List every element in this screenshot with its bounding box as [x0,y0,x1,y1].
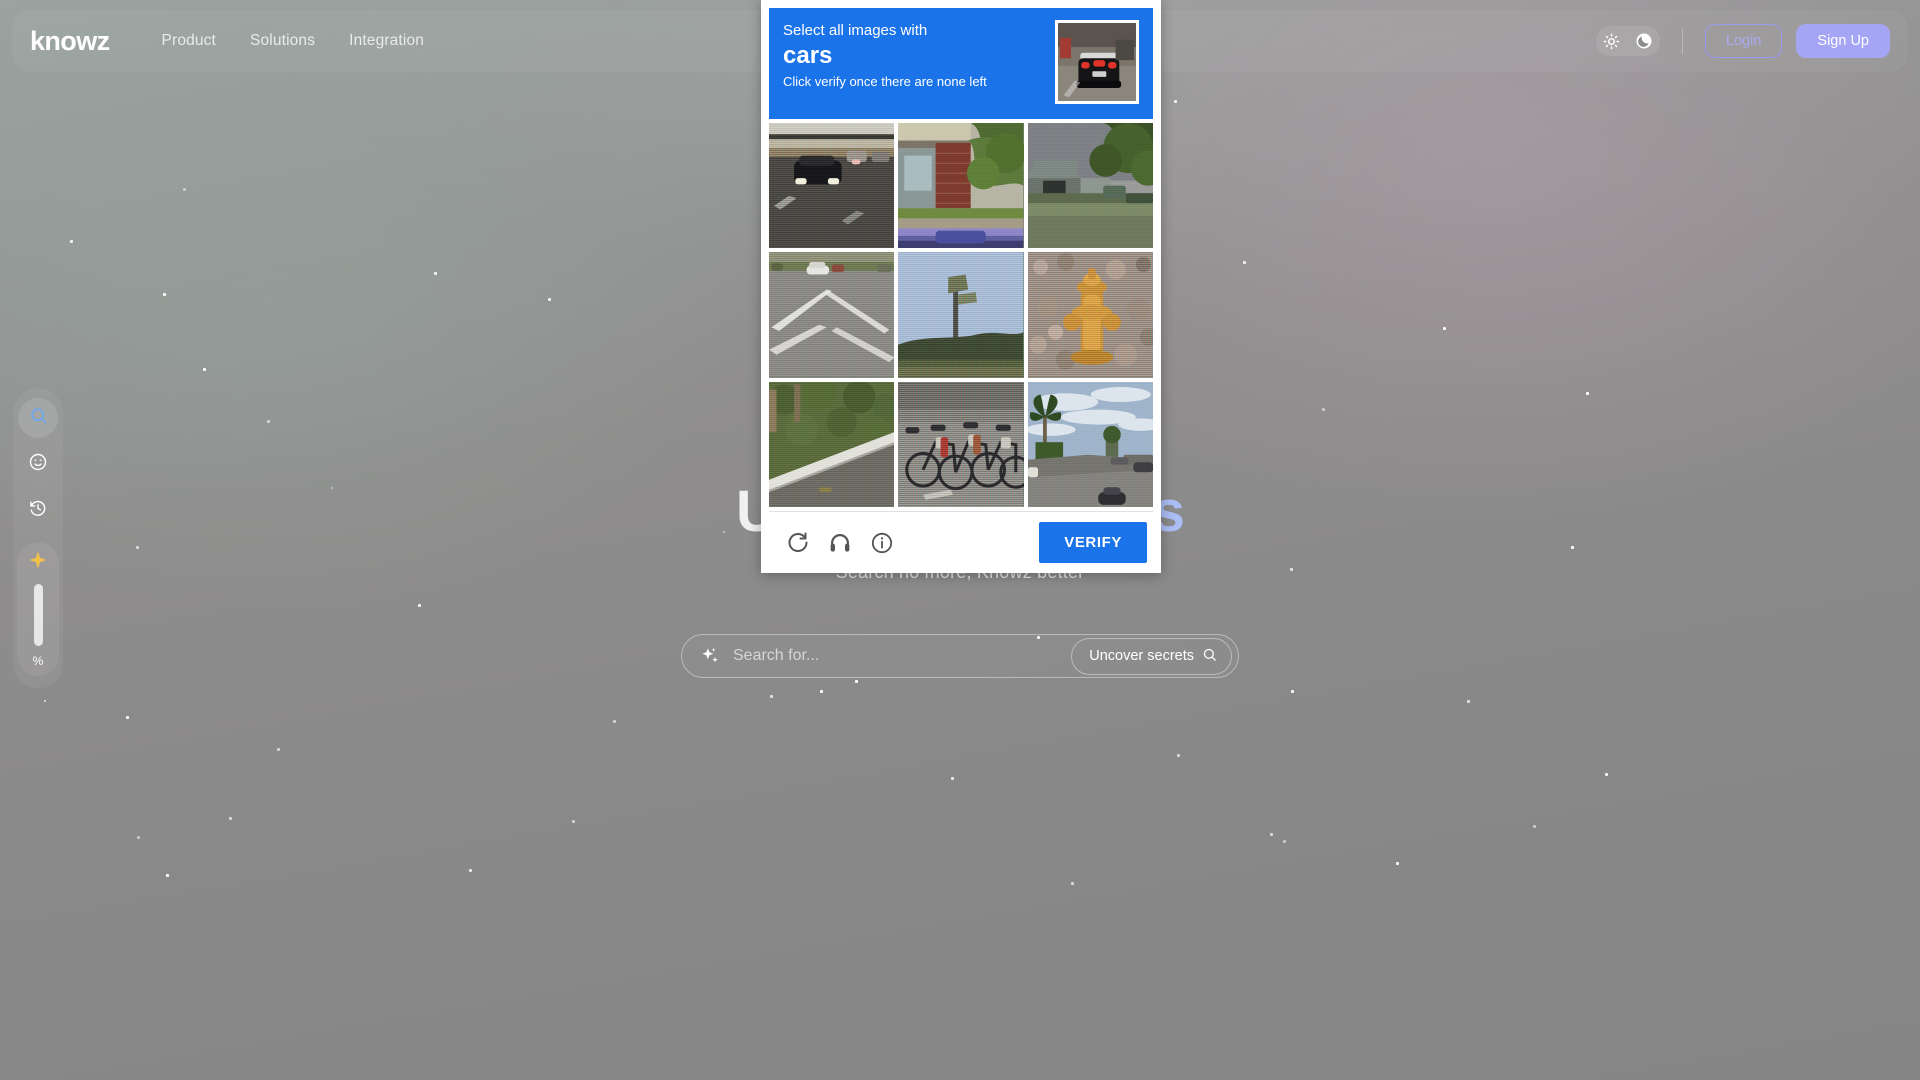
background-star [770,695,773,698]
background-star [418,604,421,607]
nav-link-product[interactable]: Product [162,32,216,50]
background-star [1586,392,1589,395]
tile-noise-overlay [1028,123,1153,248]
tile-noise-overlay [769,252,894,377]
tile-noise-overlay [769,123,894,248]
background-star [44,700,46,702]
background-star [1243,261,1246,264]
background-star [1443,327,1446,330]
theme-toggle[interactable] [1596,26,1660,56]
background-star [1467,700,1470,703]
tile-noise-overlay [1028,252,1153,377]
sidebar-item-search[interactable] [18,398,58,438]
background-star [855,680,858,683]
challenge-prompt-line3: Click verify once there are none left [783,74,987,89]
sun-icon [1602,31,1622,51]
background-star [820,690,823,693]
app-root: knowz Product Solutions Integration Logi… [0,0,1920,1080]
captcha-tile-7[interactable] [769,382,894,507]
nav-divider [1682,28,1683,54]
nav-right-cluster: Login Sign Up [1596,24,1890,58]
background-star [70,240,73,243]
background-star [1174,100,1177,103]
background-star [203,368,206,371]
background-star [1291,690,1294,693]
intensity-unit-label: % [33,654,44,668]
tile-noise-overlay [898,252,1023,377]
background-star [951,777,954,780]
search-bar: Uncover secrets [681,634,1239,678]
search-icon [29,406,48,430]
background-star [1396,862,1399,865]
background-star [183,188,186,191]
challenge-instructions: Select all images with cars Click verify… [783,20,987,89]
background-star [1270,833,1273,836]
recaptcha-image-grid [769,119,1153,507]
background-star [1177,754,1180,757]
captcha-tile-1[interactable] [769,123,894,248]
intensity-slider[interactable] [34,584,43,646]
search-icon [1202,647,1217,666]
challenge-prompt-line1: Select all images with [783,22,987,41]
background-star [137,836,140,839]
brand-logo-text: knowz [30,26,110,57]
signup-button[interactable]: Sign Up [1796,24,1890,58]
captcha-tile-2[interactable] [898,123,1023,248]
recaptcha-header: Select all images with cars Click verify… [769,8,1153,119]
tile-noise-overlay [769,382,894,507]
background-star [229,817,232,820]
captcha-tile-4[interactable] [769,252,894,377]
moon-icon [1634,31,1654,51]
background-star [1322,408,1325,411]
search-input[interactable] [733,647,1071,665]
uncover-secrets-button[interactable]: Uncover secrets [1071,638,1232,675]
captcha-tile-3[interactable] [1028,123,1153,248]
background-star [126,716,129,719]
uncover-secrets-label: Uncover secrets [1089,648,1194,664]
info-icon[interactable] [863,524,901,562]
headphones-icon[interactable] [821,524,859,562]
background-star [572,820,575,823]
background-star [548,298,551,301]
background-star [267,420,270,423]
tile-noise-overlay [898,123,1023,248]
background-star [1533,825,1536,828]
background-star [163,293,166,296]
sparkle-icon [700,646,721,667]
captcha-tile-8[interactable] [898,382,1023,507]
background-star [1071,882,1074,885]
background-star [613,720,616,723]
nav-link-integration[interactable]: Integration [349,32,424,50]
tile-noise-overlay [1028,382,1153,507]
challenge-target-object: cars [783,42,987,71]
login-button[interactable]: Login [1705,24,1782,58]
background-star [166,874,169,877]
refresh-icon[interactable] [779,524,817,562]
captcha-tile-5[interactable] [898,252,1023,377]
nav-link-solutions[interactable]: Solutions [250,32,315,50]
smiley-icon [28,452,48,477]
background-star [1283,840,1286,843]
recaptcha-footer: VERIFY [769,511,1153,573]
captcha-tile-9[interactable] [1028,382,1153,507]
captcha-tile-6[interactable] [1028,252,1153,377]
background-star [434,272,437,275]
verify-button[interactable]: VERIFY [1039,522,1147,563]
background-star [277,748,280,751]
tile-noise-overlay [898,382,1023,507]
brand-logo[interactable]: knowz [30,26,110,57]
background-star [469,869,472,872]
background-star [1605,773,1608,776]
recaptcha-challenge-dialog: Select all images with cars Click verify… [761,0,1161,573]
challenge-example-thumbnail [1055,20,1139,104]
